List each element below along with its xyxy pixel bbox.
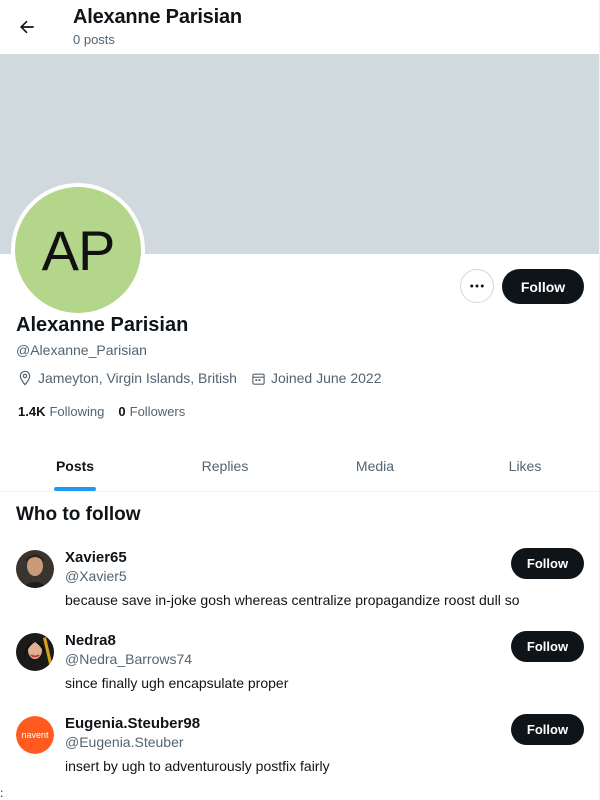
followers-count: 0 (118, 404, 126, 419)
tab-label: Likes (508, 457, 542, 474)
brand-logo: navent (16, 716, 54, 754)
suggestion-handle: @Eugenia.Steuber (65, 734, 184, 750)
suggestion-name[interactable]: Xavier65 (65, 549, 127, 566)
calendar-icon (252, 373, 265, 385)
tab-replies[interactable]: Replies (150, 440, 300, 491)
tab-label: Replies (201, 457, 249, 474)
suggestion-follow-button[interactable]: Follow (511, 631, 584, 662)
following-stat[interactable]: 1.4K Following (18, 404, 104, 419)
following-count: 1.4K (18, 404, 46, 419)
tab-posts[interactable]: Posts (0, 440, 150, 491)
profile-handle: @Alexanne_Parisian (16, 342, 147, 358)
tab-media[interactable]: Media (300, 440, 450, 491)
suggestion-name[interactable]: Nedra8 (65, 632, 116, 649)
tab-label: Media (355, 457, 395, 474)
suggestion-bio: because save in-joke gosh whereas centra… (65, 592, 520, 608)
back-button[interactable] (10, 10, 44, 44)
tab-likes[interactable]: Likes (450, 440, 599, 491)
followers-stat[interactable]: 0 Followers (118, 404, 185, 419)
follow-button[interactable]: Follow (502, 269, 584, 304)
more-options-button[interactable] (460, 269, 494, 303)
arrow-left-icon (20, 20, 34, 34)
avatar-frame[interactable]: AP (11, 183, 145, 317)
suggestion-item[interactable]: navent Eugenia.Steuber98 @Eugenia.Steube… (0, 714, 599, 794)
follow-stats: 1.4K Following 0 Followers (18, 404, 199, 419)
suggestion-bio: insert by ugh to adventurously postfix f… (65, 758, 330, 774)
profile-meta: Jameyton, Virgin Islands, British Joined… (17, 370, 396, 386)
profile-page: Alexanne Parisian 0 posts AP Follow Alex… (0, 0, 600, 800)
suggestion-item[interactable]: Nedra8 @Nedra_Barrows74 since finally ug… (0, 631, 599, 711)
suggestion-avatar[interactable] (16, 633, 54, 671)
location-text: Jameyton, Virgin Islands, British (38, 370, 237, 386)
suggestion-handle: @Nedra_Barrows74 (65, 651, 193, 667)
active-tab-indicator (54, 487, 96, 491)
who-to-follow-title: Who to follow (16, 504, 141, 525)
suggestion-item[interactable]: Xavier65 @Xavier5 because save in-joke g… (0, 548, 599, 628)
tab-label: Posts (55, 457, 95, 474)
following-label: Following (49, 404, 105, 419)
location-pin-icon (19, 370, 31, 386)
suggestion-handle: @Xavier5 (65, 568, 127, 584)
header-title: Alexanne Parisian (73, 6, 242, 28)
more-horizontal-icon (470, 284, 484, 288)
person-photo-icon (16, 633, 54, 671)
profile-name: Alexanne Parisian (16, 314, 189, 336)
suggestion-bio: since finally ugh encapsulate proper (65, 675, 289, 691)
top-bar: Alexanne Parisian 0 posts (0, 0, 599, 54)
joined-item: Joined June 2022 (251, 370, 382, 386)
suggestion-name[interactable]: Eugenia.Steuber98 (65, 715, 200, 732)
header-post-count: 0 posts (73, 32, 115, 47)
suggestion-follow-button[interactable]: Follow (511, 548, 584, 579)
profile-tabs: Posts Replies Media Likes (0, 440, 599, 492)
stray-glyph: : (0, 786, 4, 800)
location-item: Jameyton, Virgin Islands, British (17, 370, 237, 386)
person-photo-icon (16, 550, 54, 588)
suggestion-avatar[interactable] (16, 550, 54, 588)
suggestion-follow-button[interactable]: Follow (511, 714, 584, 745)
followers-label: Followers (129, 404, 186, 419)
avatar: AP (15, 187, 141, 313)
joined-text: Joined June 2022 (270, 370, 382, 386)
suggestion-avatar[interactable]: navent (16, 716, 54, 754)
